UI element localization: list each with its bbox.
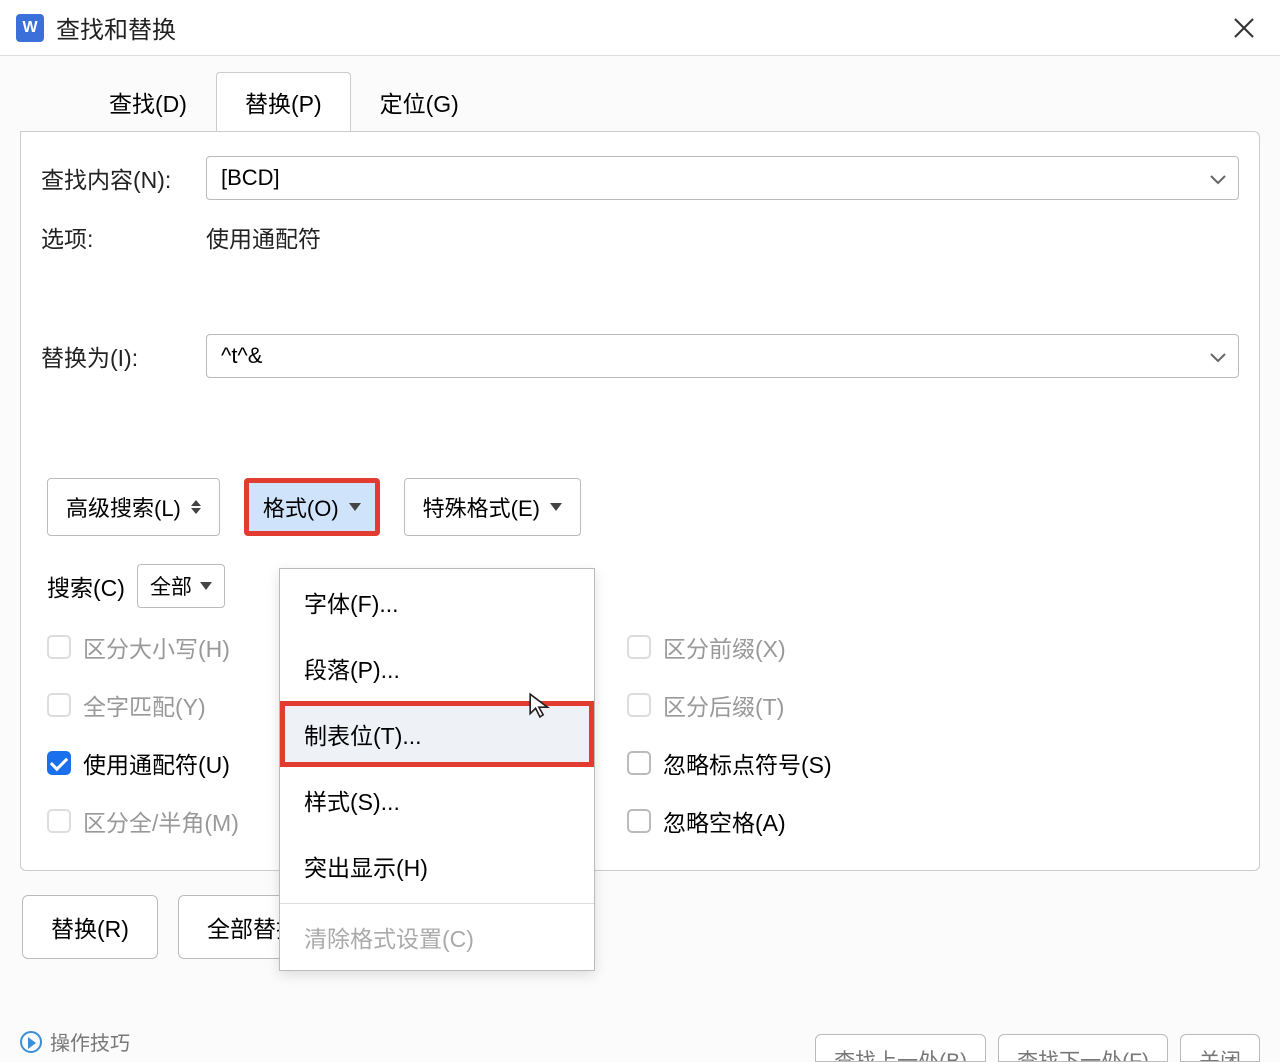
tab-find[interactable]: 查找(D) (80, 72, 216, 132)
menu-item-clear-format: 清除格式设置(C) (280, 904, 594, 970)
options-label: 选项: (41, 220, 206, 254)
tips-link[interactable]: 操作技巧 (20, 1027, 130, 1056)
check-ignore-space[interactable]: 忽略空格(A) (627, 804, 832, 838)
checkbox-icon (627, 809, 651, 833)
play-circle-icon (20, 1031, 42, 1053)
replace-button[interactable]: 替换(R) (22, 895, 158, 959)
checkbox-icon (627, 693, 651, 717)
search-scope-select[interactable]: 全部 (137, 564, 225, 608)
dialog-title: 查找和替换 (56, 10, 176, 45)
tab-replace[interactable]: 替换(P) (216, 72, 351, 132)
caret-down-icon (200, 582, 212, 590)
find-label: 查找内容(N): (41, 161, 206, 195)
menu-item-highlight[interactable]: 突出显示(H) (280, 833, 594, 899)
chevron-down-icon[interactable] (1210, 343, 1226, 369)
close-button[interactable]: 关闭 (1180, 1034, 1260, 1062)
check-suffix: 区分后缀(T) (627, 688, 832, 722)
replace-label: 替换为(I): (41, 339, 206, 373)
checkbox-icon (627, 635, 651, 659)
replace-input[interactable]: ^t^& (206, 334, 1239, 378)
menu-item-font[interactable]: 字体(F)... (280, 569, 594, 635)
checkbox-icon (47, 693, 71, 717)
cursor-icon (528, 692, 554, 718)
app-icon: W (16, 14, 44, 42)
format-button[interactable]: 格式(O) (244, 478, 380, 536)
replace-value: ^t^& (221, 343, 262, 369)
find-value: [BCD] (221, 165, 280, 191)
menu-item-style[interactable]: 样式(S)... (280, 767, 594, 833)
tab-bar: 查找(D) 替换(P) 定位(G) (80, 72, 1260, 132)
checkbox-checked-icon (47, 751, 71, 775)
special-format-button[interactable]: 特殊格式(E) (404, 478, 581, 536)
checkbox-icon (47, 635, 71, 659)
search-scope-label: 搜索(C) (47, 569, 125, 603)
check-prefix: 区分前缀(X) (627, 630, 832, 664)
checkbox-icon (47, 809, 71, 833)
tab-panel-replace: 查找内容(N): [BCD] 选项: 使用通配符 替换为(I): ^t^& (20, 131, 1260, 871)
chevron-down-icon[interactable] (1210, 165, 1226, 191)
advanced-search-button[interactable]: 高级搜索(L) (47, 478, 220, 536)
check-ignore-punct[interactable]: 忽略标点符号(S) (627, 746, 832, 780)
titlebar: W 查找和替换 (0, 0, 1280, 56)
caret-down-icon (550, 503, 562, 511)
format-dropdown-menu: 字体(F)... 段落(P)... 制表位(T)... 样式(S)... 突出显… (279, 568, 595, 971)
find-prev-button[interactable]: 查找上一处(B) (815, 1034, 986, 1062)
options-value: 使用通配符 (206, 220, 321, 254)
find-input[interactable]: [BCD] (206, 156, 1239, 200)
caret-down-icon (349, 503, 361, 511)
tab-goto[interactable]: 定位(G) (351, 72, 488, 132)
close-icon[interactable] (1224, 8, 1264, 48)
checkbox-icon (627, 751, 651, 775)
find-next-button[interactable]: 查找下一处(F) (998, 1034, 1168, 1062)
updown-icon (191, 500, 201, 514)
